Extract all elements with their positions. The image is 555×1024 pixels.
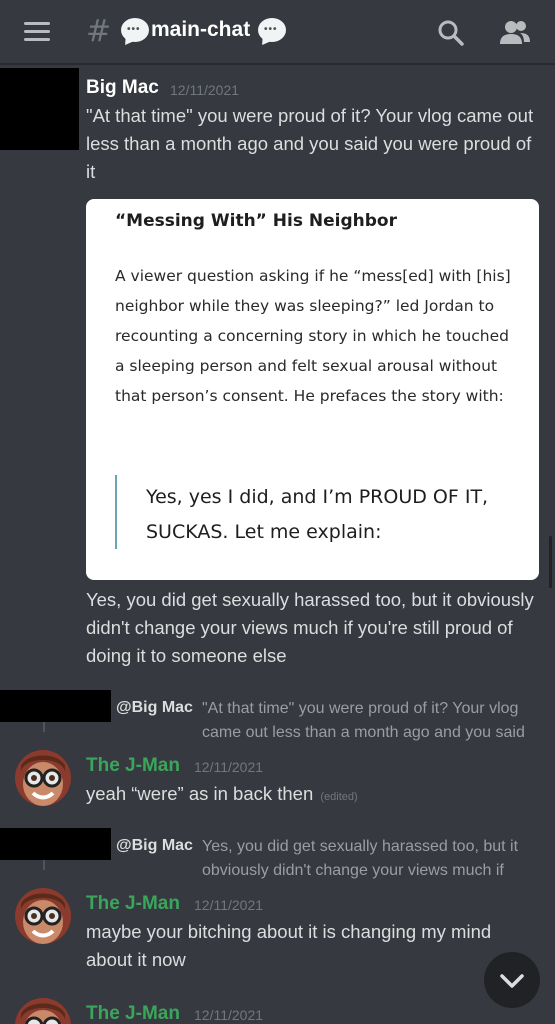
embed-quote: Yes, yes I did, and I’m PROUD OF IT, SUC…: [146, 486, 489, 543]
avatar[interactable]: [15, 888, 71, 944]
redacted-reply-avatar: [0, 690, 111, 722]
hamburger-icon[interactable]: [24, 22, 50, 42]
avatar[interactable]: [15, 998, 71, 1024]
embed-title: “Messing With” His Neighbor: [115, 211, 397, 231]
embed-body: A viewer question asking if he “mess[ed]…: [115, 267, 511, 405]
link-embed[interactable]: “Messing With” His Neighbor A viewer que…: [86, 199, 539, 580]
message-text: yeah “were” as in back then (edited): [86, 780, 536, 811]
timestamp: 12/11/2021: [194, 1007, 264, 1023]
timestamp: 12/11/2021: [170, 82, 240, 98]
channel-name: main-chat: [151, 18, 251, 41]
reply-mention[interactable]: @Big Mac: [116, 699, 193, 717]
redacted-avatar: [0, 68, 79, 150]
reply-preview[interactable]: Yes, you did get sexually harassed too, …: [202, 835, 534, 883]
search-icon[interactable]: [436, 18, 466, 48]
reply-preview[interactable]: "At that time" you were proud of it? You…: [202, 697, 532, 745]
message-text-content: yeah “were” as in back then: [86, 783, 314, 804]
message-list[interactable]: Big Mac 12/11/2021 "At that time" you we…: [0, 66, 555, 1024]
username[interactable]: The J-Man: [86, 755, 180, 777]
reply-mention[interactable]: @Big Mac: [116, 837, 193, 855]
channel-header: # ••• main-chat •••: [0, 0, 555, 64]
channel-hash-icon: #: [86, 14, 112, 49]
username[interactable]: Big Mac: [86, 77, 159, 99]
scrollbar-thumb[interactable]: [549, 536, 552, 588]
username[interactable]: The J-Man: [86, 1003, 180, 1024]
speech-bubble-icon: •••: [121, 18, 149, 42]
message-text: maybe your bitching about it is changing…: [86, 921, 492, 970]
message-text: Yes, you did get sexually harassed too, …: [86, 589, 534, 666]
redacted-reply-avatar: [0, 828, 111, 860]
message-text: "At that time" you were proud of it? You…: [86, 105, 534, 182]
chevron-down-icon: [500, 974, 524, 988]
jump-to-bottom-button[interactable]: [484, 952, 540, 1008]
speech-bubble-icon: •••: [258, 18, 286, 42]
avatar[interactable]: [15, 750, 71, 806]
quote-bar: [115, 475, 117, 549]
username[interactable]: The J-Man: [86, 893, 180, 915]
edited-label: (edited): [320, 791, 358, 803]
members-icon[interactable]: [498, 18, 532, 48]
timestamp: 12/11/2021: [194, 759, 264, 775]
timestamp: 12/11/2021: [194, 897, 264, 913]
